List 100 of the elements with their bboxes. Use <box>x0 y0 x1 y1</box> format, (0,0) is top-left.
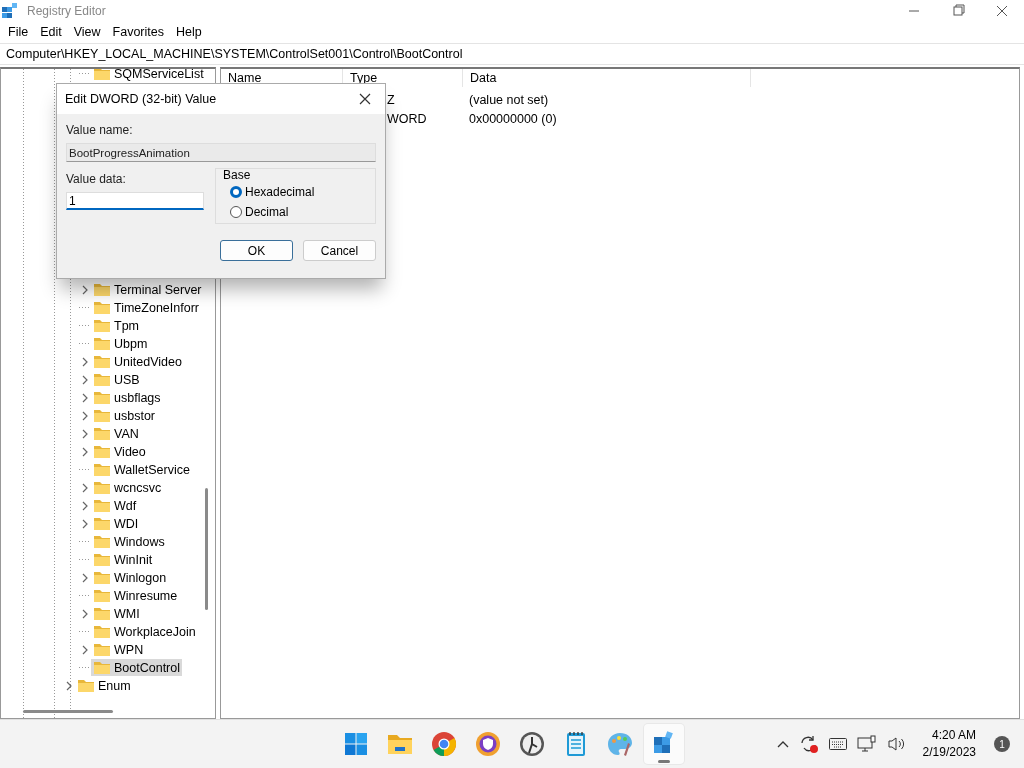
chevron-icon[interactable] <box>81 644 89 655</box>
folder-icon <box>93 588 111 604</box>
menu-item[interactable]: File <box>2 24 35 39</box>
folder-icon <box>93 462 111 478</box>
tree-item[interactable]: Wdf <box>91 497 139 515</box>
tree-item[interactable]: WalletService <box>91 461 192 479</box>
value-name-field[interactable]: BootProgressAnimation <box>66 143 376 162</box>
chevron-icon[interactable] <box>81 374 89 385</box>
data-cell-text: (value not set) <box>468 93 549 108</box>
folder-icon <box>93 336 111 352</box>
tree-item[interactable]: Terminal Server <box>91 281 204 299</box>
folder-icon <box>93 498 111 514</box>
menu-item[interactable]: View <box>67 24 107 39</box>
radio-option[interactable]: Decimal <box>230 202 375 222</box>
radio-icon[interactable] <box>230 206 242 218</box>
folder-icon <box>93 282 111 298</box>
dialog-title: Edit DWORD (32-bit) Value <box>65 92 217 106</box>
folder-icon <box>93 660 111 676</box>
folder-icon <box>93 372 111 388</box>
chevron-icon[interactable] <box>81 392 89 403</box>
tree-item[interactable]: Video <box>91 443 148 461</box>
tree-item[interactable]: WMI <box>91 605 142 623</box>
paint-palette-icon[interactable] <box>607 731 633 758</box>
tree-item[interactable]: Tpm <box>91 317 141 335</box>
chevron-icon[interactable] <box>81 284 89 295</box>
folder-icon <box>93 552 111 568</box>
dialog-button[interactable]: Cancel <box>303 240 376 261</box>
chevron-icon[interactable] <box>81 356 89 367</box>
dialog-button[interactable]: OK <box>220 240 293 261</box>
chrome-logo-icon[interactable] <box>431 731 457 758</box>
tree-item[interactable]: wcncsvc <box>91 479 164 497</box>
folder-icon <box>93 444 111 460</box>
tree-item[interactable]: Ubpm <box>91 335 150 353</box>
sync-icon[interactable] <box>798 734 819 755</box>
chevron-icon[interactable] <box>81 482 89 493</box>
windows-logo-icon[interactable] <box>344 732 368 757</box>
chevron-up-icon[interactable] <box>776 740 789 749</box>
clock-date[interactable]: 2/19/2023 <box>922 744 976 762</box>
tree-item[interactable]: WorkplaceJoin <box>91 623 198 641</box>
shield-browser-icon[interactable] <box>475 731 501 758</box>
chevron-icon[interactable] <box>81 572 89 583</box>
chevron-icon[interactable] <box>81 428 89 439</box>
column-header[interactable]: Data <box>463 68 751 87</box>
tree-item[interactable]: Enum <box>75 677 133 695</box>
folder-icon <box>93 606 111 622</box>
close-icon[interactable] <box>359 93 371 105</box>
field-label: Value data: <box>66 172 127 186</box>
address-bar[interactable]: Computer\HKEY_LOCAL_MACHINE\SYSTEM\ControlSet001\Control\BootControl <box>0 42 1024 65</box>
registry-cubes-icon <box>2 3 18 19</box>
clock-icon[interactable] <box>519 731 545 758</box>
chevron-icon[interactable] <box>81 410 89 421</box>
folder-icon <box>93 624 111 640</box>
tree-item[interactable]: usbflags <box>91 389 163 407</box>
tree-item[interactable]: BootControl <box>91 659 182 677</box>
tree-item[interactable]: WPN <box>91 641 146 659</box>
data-cell-text: 0x00000000 (0) <box>468 112 557 127</box>
tree-item[interactable]: Winlogon <box>91 569 169 587</box>
tree-item[interactable]: SQMServiceList <box>91 68 206 83</box>
radio-option[interactable]: Hexadecimal <box>230 182 375 202</box>
tree-item[interactable]: WinInit <box>91 551 155 569</box>
notepad-icon[interactable] <box>565 731 587 758</box>
menu-item[interactable]: Help <box>170 24 208 39</box>
folder-icon <box>93 68 111 82</box>
network-icon[interactable] <box>856 735 877 754</box>
folder-icon <box>93 390 111 406</box>
chevron-icon[interactable] <box>81 446 89 457</box>
keyboard-icon[interactable] <box>828 738 847 751</box>
scrollbar-thumb[interactable] <box>205 487 208 610</box>
tree-item[interactable]: WDI <box>91 515 141 533</box>
menu-item[interactable]: Edit <box>34 24 68 39</box>
folder-icon <box>93 354 111 370</box>
menu-item[interactable]: Favorites <box>106 24 170 39</box>
volume-icon[interactable] <box>886 736 907 753</box>
clock-time[interactable]: 4:20 AM <box>931 727 976 745</box>
tree-item[interactable]: usbstor <box>91 407 157 425</box>
tree-item[interactable]: VAN <box>91 425 141 443</box>
tree-item[interactable]: USB <box>91 371 142 389</box>
tree-item[interactable]: TimeZoneInforr <box>91 299 201 317</box>
folder-icon <box>93 534 111 550</box>
folder-icon <box>93 426 111 442</box>
folder-icon <box>93 408 111 424</box>
scrollbar-thumb[interactable] <box>23 709 113 713</box>
chevron-icon[interactable] <box>81 608 89 619</box>
radio-icon[interactable] <box>230 186 242 198</box>
folder-icon[interactable] <box>387 733 413 756</box>
tree-item[interactable]: Windows <box>91 533 167 551</box>
folder-icon <box>93 570 111 586</box>
type-cell: WORD <box>387 112 427 127</box>
chevron-icon[interactable] <box>65 680 73 691</box>
folder-icon <box>93 516 111 532</box>
taskbar-button[interactable] <box>644 724 684 765</box>
group-label: Base <box>223 168 252 182</box>
tree-item[interactable]: UnitedVideo <box>91 353 184 371</box>
notification-badge[interactable]: 1 <box>994 736 1010 753</box>
chevron-icon[interactable] <box>81 518 89 529</box>
chevron-icon[interactable] <box>81 500 89 511</box>
value-data-field[interactable]: 1 <box>66 192 204 210</box>
folder-icon <box>93 318 111 334</box>
folder-icon <box>77 678 95 694</box>
tree-item[interactable]: Winresume <box>91 587 180 605</box>
